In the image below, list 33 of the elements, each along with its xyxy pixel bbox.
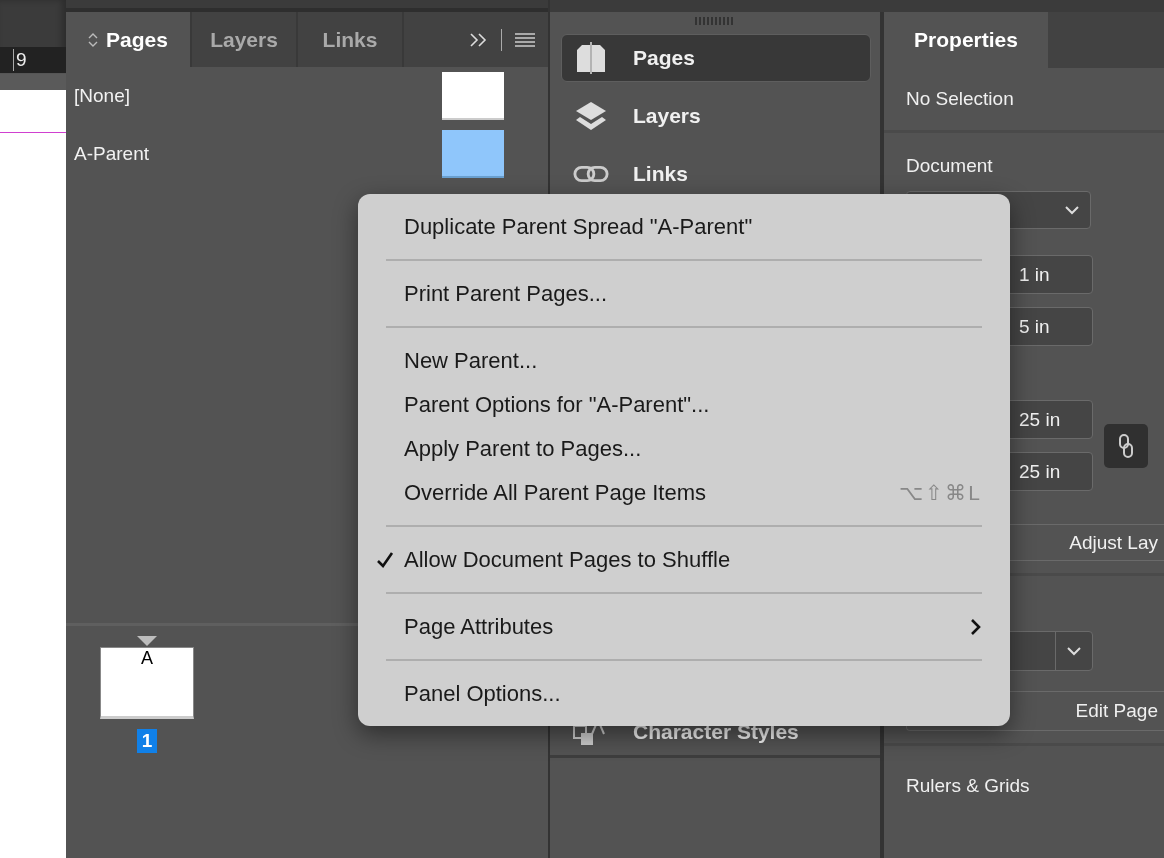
section-title: Document [906, 155, 994, 177]
parent-name: [None] [74, 85, 131, 107]
chevron-down-icon [1066, 646, 1082, 656]
section-title: Rulers & Grids [906, 775, 1030, 797]
chevron-down-icon [1064, 205, 1080, 215]
margin-guide [0, 132, 66, 133]
page-thumbnail[interactable]: A [100, 647, 194, 719]
menu-item[interactable]: New Parent... [376, 339, 982, 383]
menu-item[interactable]: Override All Parent Page Items ⌥⇧⌘L [376, 471, 982, 515]
menu-item[interactable]: Parent Options for "A-Parent"... [376, 383, 982, 427]
page-number[interactable]: 1 [136, 729, 158, 753]
ruler-number: 9 [13, 49, 27, 71]
panel-tab[interactable]: Pages [66, 12, 192, 67]
collapse-icon [88, 31, 99, 48]
menu-item[interactable]: Apply Parent to Pages... [376, 427, 982, 471]
parent-prefix: A [141, 648, 153, 668]
menu-icon[interactable] [514, 31, 536, 48]
chain-icon [1118, 432, 1134, 459]
selection-label: No Selection [906, 88, 1014, 110]
menu-item[interactable]: Page Attributes [376, 605, 982, 649]
parent-name: A-Parent [74, 143, 150, 165]
menu-item[interactable]: Duplicate Parent Spread "A-Parent" [376, 205, 982, 249]
dock-item[interactable]: Links [561, 150, 871, 198]
grip-handle[interactable] [695, 17, 735, 25]
menu-item[interactable]: Print Parent Pages... [376, 272, 982, 316]
parent-thumbnail[interactable] [442, 130, 504, 178]
dock-item[interactable]: Layers [561, 92, 871, 140]
dock-item[interactable]: Pages [561, 34, 871, 82]
parent-thumbnail[interactable] [442, 72, 504, 120]
panel-tab[interactable]: Properties [884, 12, 1048, 68]
constrain-button[interactable] [1104, 423, 1148, 468]
link-icon [573, 164, 609, 184]
expand-icon[interactable] [469, 31, 489, 48]
